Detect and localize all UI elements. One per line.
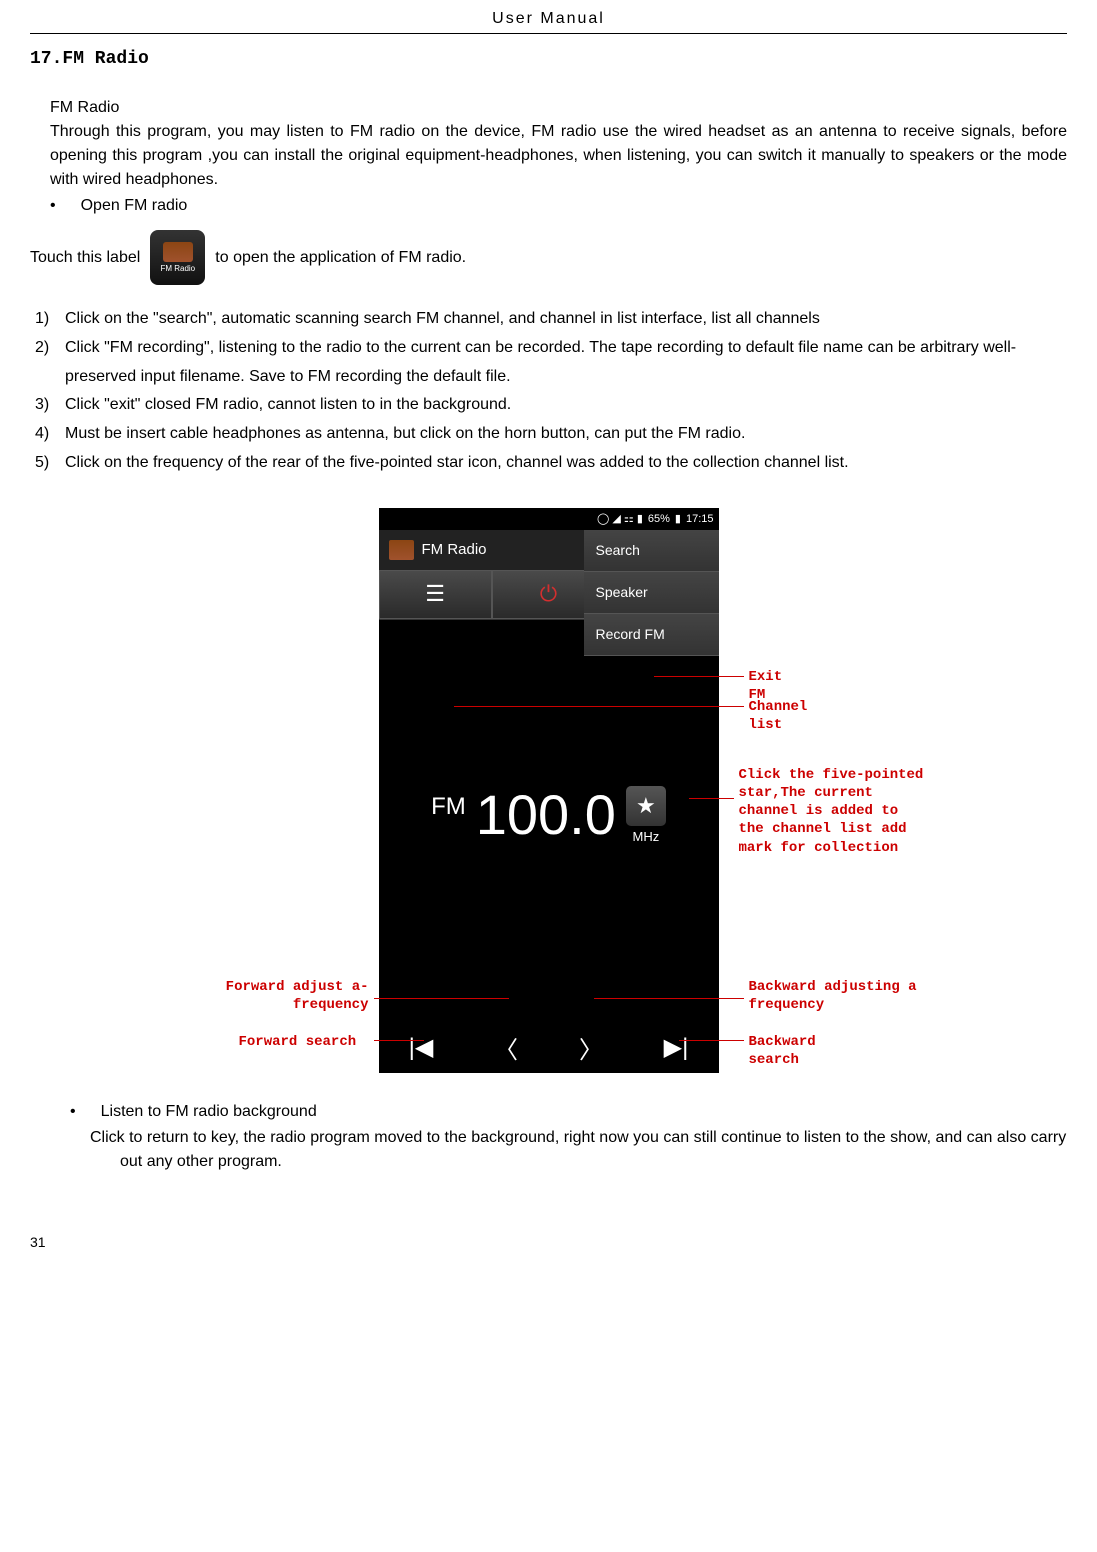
numbered-steps: Click on the "search", automatic scannin… [35,305,1067,478]
menu-search[interactable]: Search [584,530,719,572]
touch-label-pre: Touch this label [30,249,140,267]
bottom-section: Listen to FM radio background Click to r… [30,1103,1067,1174]
backward-adjust-button[interactable]: 〉 [549,1023,634,1073]
battery-percent: 65% [648,513,670,525]
battery-icon: ▮ [675,512,681,525]
status-bar: ◯ ◢ ⚏ ▮ 65% ▮ 17:15 [379,508,719,530]
list-button[interactable]: ☰ [379,570,492,619]
star-mhz-unit: ★ MHz [626,786,666,844]
status-icons: ◯ ◢ ⚏ ▮ [597,512,643,525]
fm-label: FM [431,793,466,821]
bullet-list: Open FM radio [50,197,1067,215]
step-2: Click "FM recording", listening to the r… [35,334,1067,392]
bullet-listen-background: Listen to FM radio background [70,1103,1067,1121]
menu-panel: Search Speaker Record FM [584,530,719,656]
bullet-open-fm: Open FM radio [50,197,1067,215]
phone-screenshot: ◯ ◢ ⚏ ▮ 65% ▮ 17:15 FM Radio ☰ ⏻ ⋮ FM 10… [379,508,719,1073]
backward-search-button[interactable]: ▶| [634,1023,719,1073]
icon-label: FM Radio [160,264,195,273]
forward-search-button[interactable]: |◀ [379,1023,464,1073]
anno-line-fa [374,998,509,999]
menu-record[interactable]: Record FM [584,614,719,656]
anno-line-channel [454,706,744,707]
anno-line-bs [679,1040,744,1041]
fm-title: FM Radio [422,541,487,558]
mhz-label: MHz [633,829,660,844]
page-number: 31 [30,1234,1067,1250]
anno-forward-search: Forward search [239,1033,357,1051]
touch-label-row: Touch this label FM Radio to open the ap… [30,230,1067,285]
touch-label-post: to open the application of FM radio. [215,249,466,267]
status-time: 17:15 [686,513,714,525]
anno-star: Click the five-pointed star,The current … [739,766,929,857]
frequency-display: FM 100.0 ★ MHz [379,750,719,880]
step-4: Must be insert cable headphones as anten… [35,420,1067,449]
radio-small-icon [389,540,414,560]
anno-line-ba [594,998,744,999]
step-3: Click "exit" closed FM radio, cannot lis… [35,391,1067,420]
page-header: User Manual [30,10,1067,34]
menu-speaker[interactable]: Speaker [584,572,719,614]
anno-forward-adjust: Forward adjust a-frequency [209,978,369,1014]
subtitle: FM Radio [50,99,1067,117]
radio-icon [163,242,193,262]
bullet-list-2: Listen to FM radio background [70,1103,1067,1121]
anno-backward-adjust: Backward adjusting a frequency [749,978,949,1014]
section-title: 17.FM Radio [30,49,1067,69]
step-1: Click on the "search", automatic scannin… [35,305,1067,334]
fm-radio-app-icon: FM Radio [150,230,205,285]
anno-line-fs [374,1040,424,1041]
step-5: Click on the frequency of the rear of th… [35,449,1067,478]
forward-adjust-button[interactable]: 〈 [464,1023,549,1073]
anno-channel-list: Channel list [749,698,808,734]
star-icon[interactable]: ★ [626,786,666,826]
anno-line-exit [654,676,744,677]
anno-line-star [689,798,734,799]
intro-paragraph: Through this program, you may listen to … [50,120,1067,192]
anno-backward-search: Backward search [749,1033,816,1069]
diagram: ◯ ◢ ⚏ ▮ 65% ▮ 17:15 FM Radio ☰ ⏻ ⋮ FM 10… [30,508,1067,1073]
frequency-value: 100.0 [476,782,616,847]
background-paragraph: Click to return to key, the radio progra… [90,1126,1067,1174]
nav-bar: |◀ 〈 〉 ▶| [379,1023,719,1073]
